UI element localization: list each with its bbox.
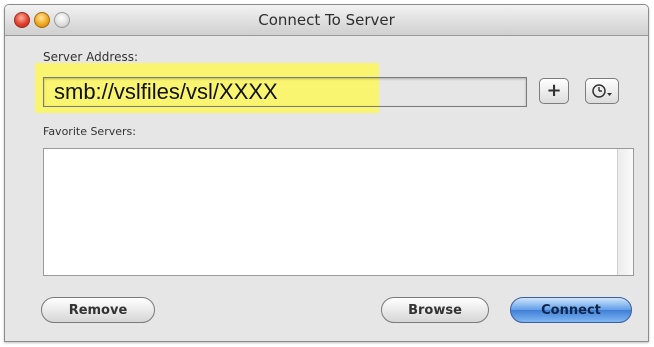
window-title: Connect To Server	[258, 11, 395, 29]
plus-icon: +	[546, 80, 562, 101]
connect-button[interactable]: Connect	[510, 297, 632, 323]
favorite-servers-label: Favorite Servers:	[43, 125, 136, 138]
browse-button[interactable]: Browse	[381, 297, 489, 323]
title-bar[interactable]: Connect To Server	[5, 5, 648, 36]
remove-button[interactable]: Remove	[41, 297, 155, 323]
connect-to-server-window: Connect To Server Server Address: smb://…	[4, 4, 649, 342]
server-address-input[interactable]: smb://vslfiles/vsl/XXXX	[43, 77, 527, 107]
server-address-label: Server Address:	[43, 50, 138, 64]
clock-dropdown-icon	[592, 84, 612, 98]
recent-servers-button[interactable]	[585, 78, 619, 104]
favorites-scrollbar[interactable]	[617, 149, 633, 275]
add-favorite-button[interactable]: +	[539, 78, 569, 104]
favorite-servers-list[interactable]	[43, 148, 634, 276]
